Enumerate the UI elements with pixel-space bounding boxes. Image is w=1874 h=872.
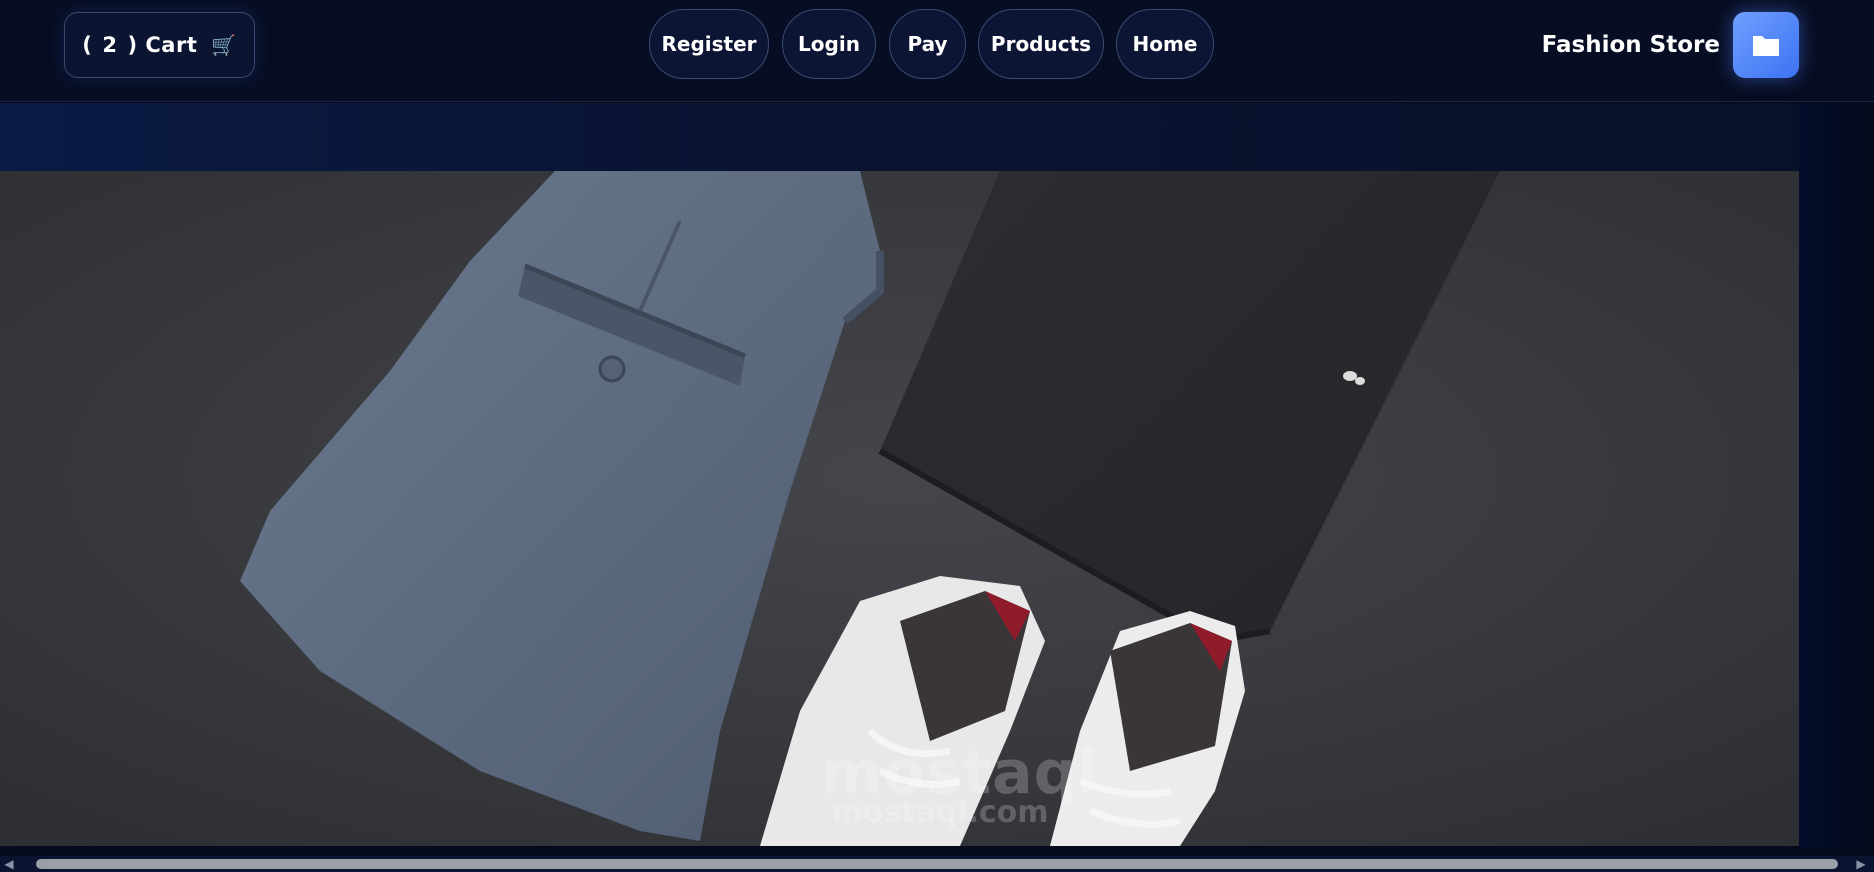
cart-open-paren: ( [82, 33, 93, 57]
scroll-right-arrow-icon[interactable]: ▶ [1852, 856, 1870, 872]
brand-name[interactable]: Fashion Store [1540, 28, 1720, 62]
hero-photo [0, 171, 1799, 846]
scrollbar-thumb[interactable] [36, 859, 1838, 869]
cart-button[interactable]: ( 2 ) Cart 🛒 [64, 12, 255, 78]
horizontal-scrollbar[interactable]: ◀ ▶ [0, 856, 1874, 872]
nav-register-button[interactable]: Register [649, 9, 769, 79]
header-band [0, 103, 1874, 171]
cart-count: 2 [102, 33, 118, 57]
page: ( 2 ) Cart 🛒 Register Login Pay Products… [0, 0, 1874, 872]
nav-pay-button[interactable]: Pay [889, 9, 966, 79]
top-navbar: ( 2 ) Cart 🛒 Register Login Pay Products… [0, 0, 1874, 102]
hero-image [0, 171, 1799, 846]
nav-login-button[interactable]: Login [782, 9, 876, 79]
brand-logo-button[interactable] [1733, 12, 1799, 78]
right-gutter [1799, 103, 1874, 848]
cart-icon: 🛒 [211, 33, 237, 57]
scroll-left-arrow-icon[interactable]: ◀ [0, 856, 18, 872]
nav-home-button[interactable]: Home [1116, 9, 1214, 79]
cart-label: ) Cart [127, 33, 198, 57]
nav-products-button[interactable]: Products [978, 9, 1104, 79]
folder-icon [1753, 36, 1779, 56]
